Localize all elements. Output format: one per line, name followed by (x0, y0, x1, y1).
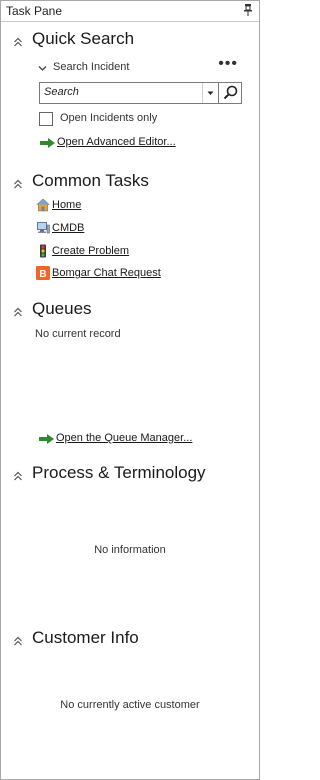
collapse-chevron-icon (14, 471, 22, 481)
process-terminology-header[interactable]: Process & Terminology (1, 463, 259, 489)
customer-info-title: Customer Info (32, 628, 139, 647)
task-link-bomgar-chat[interactable]: Bomgar Chat Request (52, 267, 161, 279)
quick-search-header[interactable]: Quick Search (1, 29, 259, 55)
green-arrow-icon (40, 138, 55, 148)
collapse-chevron-icon (14, 307, 22, 317)
common-tasks-title: Common Tasks (32, 171, 149, 190)
task-pane-title: Task Pane (6, 4, 63, 18)
svg-text:B: B (39, 269, 46, 280)
process-status-text: No information (94, 544, 166, 556)
magnifier-icon (223, 85, 238, 100)
queue-manager-link[interactable]: Open the Queue Manager... (56, 432, 192, 444)
collapse-chevron-icon (14, 179, 22, 189)
more-options-button[interactable]: ••• (218, 55, 238, 73)
dropdown-arrow-icon (207, 91, 214, 95)
traffic-light-icon (40, 244, 46, 258)
search-dropdown-button[interactable] (202, 83, 218, 103)
search-incident-label: Search Incident (53, 61, 130, 73)
collapse-chevron-icon (14, 636, 22, 646)
computer-icon (37, 222, 50, 234)
customer-status-text: No currently active customer (60, 699, 200, 711)
queues-title: Queues (32, 299, 92, 318)
search-button[interactable] (218, 83, 242, 103)
collapse-chevron-icon (14, 37, 22, 47)
bomgar-icon: B (36, 266, 50, 280)
pin-icon[interactable] (243, 3, 253, 17)
queues-header[interactable]: Queues (1, 299, 259, 325)
green-arrow-icon (39, 434, 54, 444)
open-incidents-checkbox[interactable]: Open Incidents only (39, 112, 239, 126)
common-tasks-header[interactable]: Common Tasks (1, 171, 259, 197)
checkbox-box[interactable] (39, 112, 53, 126)
chevron-down-icon (38, 66, 47, 71)
advanced-editor-link[interactable]: Open Advanced Editor... (57, 136, 176, 148)
task-pane-titlebar: Task Pane (1, 1, 259, 22)
task-link-create-problem[interactable]: Create Problem (52, 245, 129, 257)
process-terminology-title: Process & Terminology (32, 463, 206, 482)
task-link-cmdb[interactable]: CMDB (52, 222, 84, 234)
customer-info-header[interactable]: Customer Info (1, 628, 259, 654)
search-input[interactable] (42, 84, 204, 100)
queues-status-text: No current record (35, 328, 121, 340)
task-link-home[interactable]: Home (52, 199, 81, 211)
quick-search-title: Quick Search (32, 29, 135, 48)
home-icon (36, 198, 50, 212)
search-box (39, 82, 242, 104)
search-incident-subheader[interactable]: Search Incident ••• (38, 55, 248, 77)
task-pane: Task Pane Quick Search Search Incident •… (0, 0, 260, 780)
open-incidents-label: Open Incidents only (60, 112, 158, 124)
